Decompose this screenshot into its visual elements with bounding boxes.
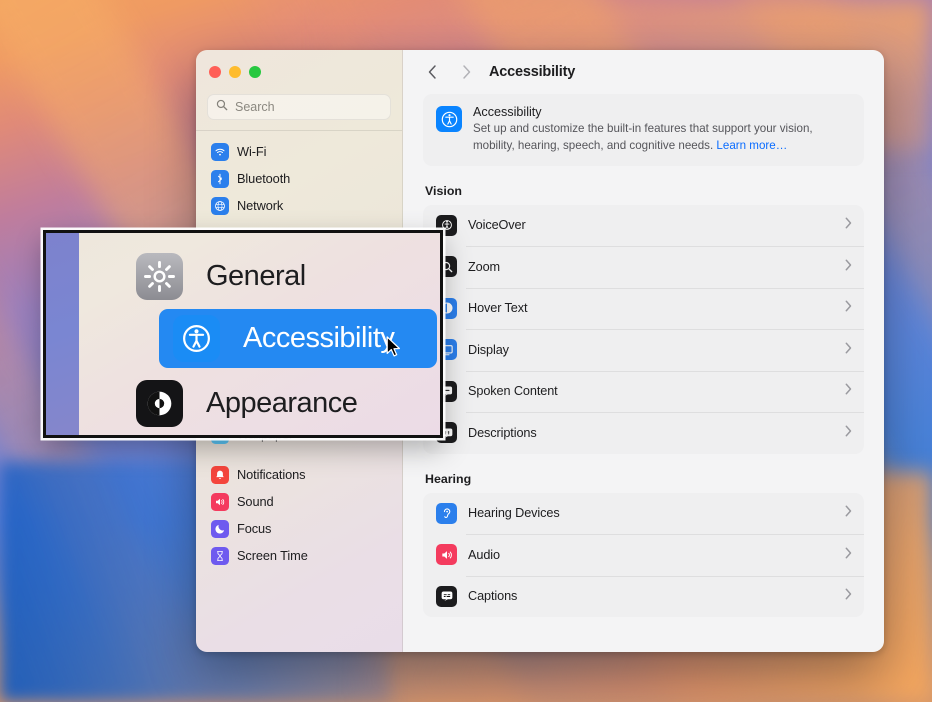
chevron-right-icon (845, 341, 852, 359)
section-card-hearing: Hearing Devices Audio Captions (423, 492, 864, 618)
accessibility-icon (173, 315, 220, 362)
chevron-right-icon (845, 504, 852, 522)
magnified-item-label: General (206, 260, 306, 292)
back-button[interactable] (419, 59, 445, 85)
window-titlebar (196, 50, 402, 94)
chevron-right-icon (845, 382, 852, 400)
accessibility-info-card: Accessibility Set up and customize the b… (423, 94, 864, 166)
magnified-item-general[interactable]: General (79, 247, 440, 306)
settings-row-label: Hearing Devices (468, 506, 560, 521)
zoom-button[interactable] (249, 66, 261, 78)
sidebar-item-label: Bluetooth (237, 171, 291, 186)
settings-row-audio[interactable]: Audio (423, 534, 864, 576)
magnified-item-appearance[interactable]: Appearance (79, 374, 440, 433)
page-title: Accessibility (489, 64, 576, 80)
settings-row-hearing-devices[interactable]: Hearing Devices (423, 493, 864, 535)
globe-icon (211, 196, 229, 215)
bluetooth-icon (211, 169, 229, 188)
settings-row-descriptions[interactable]: Descriptions (423, 412, 864, 454)
hearing-devices-icon (436, 502, 457, 524)
forward-button[interactable] (453, 59, 479, 85)
chevron-right-icon (845, 299, 852, 317)
sidebar-item-label: Notifications (237, 467, 306, 482)
learn-more-link[interactable]: Learn more… (716, 139, 787, 152)
arrow-cursor (386, 336, 401, 357)
search-field[interactable]: Search (207, 94, 391, 120)
settings-row-label: Hover Text (468, 301, 528, 316)
accessibility-icon (436, 106, 462, 132)
sidebar-item-wi-fi[interactable]: Wi-Fi (205, 138, 393, 165)
settings-row-hover-text[interactable]: Hover Text (423, 287, 864, 330)
sidebar-item-label: Network (237, 198, 284, 213)
sound-icon (211, 492, 229, 511)
close-button[interactable] (209, 66, 221, 78)
sidebar-item-label: Wi-Fi (237, 144, 267, 159)
gear-icon (136, 253, 183, 300)
notifications-icon (211, 465, 229, 484)
chevron-right-icon (845, 587, 852, 605)
content-body: Accessibility Set up and customize the b… (403, 94, 884, 652)
settings-row-captions[interactable]: Captions (423, 575, 864, 618)
wifi-icon (211, 142, 229, 161)
section-card-vision: VoiceOver Zoom Hover Text Display Spoken Con… (423, 204, 864, 454)
minimize-button[interactable] (229, 66, 241, 78)
focus-icon (211, 519, 229, 538)
chevron-right-icon (845, 258, 852, 276)
info-card-description: Set up and customize the built-in featur… (473, 121, 851, 155)
magnified-item-label: Accessibility (243, 322, 395, 354)
settings-row-spoken-content[interactable]: Spoken Content (423, 370, 864, 413)
sidebar-group-separator (205, 448, 393, 461)
sidebar-item-focus[interactable]: Focus (205, 515, 393, 542)
info-card-title: Accessibility (473, 105, 542, 119)
sidebar-item-network[interactable]: Network (205, 192, 393, 219)
zoom-magnifier-overlay: General Accessibility Appearance (43, 230, 443, 438)
settings-row-label: Descriptions (468, 425, 537, 440)
section-title-vision: Vision (425, 183, 462, 198)
chevron-right-icon (845, 546, 852, 564)
sidebar-item-label: Focus (237, 521, 272, 536)
audio-icon (436, 544, 457, 566)
search-icon (216, 98, 228, 116)
chevron-right-icon (845, 424, 852, 442)
settings-row-label: Zoom (468, 259, 501, 274)
content-header: Accessibility (403, 50, 884, 94)
settings-row-display[interactable]: Display (423, 329, 864, 371)
settings-row-label: Captions (468, 589, 518, 604)
settings-row-label: Display (468, 342, 509, 357)
captions-icon (436, 585, 457, 607)
traffic-lights (209, 66, 261, 78)
section-title-hearing: Hearing (425, 471, 472, 486)
sidebar-item-screen-time[interactable]: Screen Time (205, 542, 393, 569)
sidebar-item-sound[interactable]: Sound (205, 488, 393, 515)
search-placeholder: Search (235, 100, 275, 114)
magnified-item-label: Appearance (206, 387, 358, 419)
sidebar-item-label: Sound (237, 494, 274, 509)
appearance-icon (136, 380, 183, 427)
sidebar-item-bluetooth[interactable]: Bluetooth (205, 165, 393, 192)
sidebar-item-notifications[interactable]: Notifications (205, 461, 393, 488)
settings-sections: Vision VoiceOver Zoom Hover Text Display Spok… (423, 184, 864, 618)
settings-row-label: Audio (468, 547, 500, 562)
chevron-left-icon (427, 64, 438, 80)
content-pane: Accessibility Accessibility Set up and c… (403, 50, 884, 652)
chevron-right-icon (461, 64, 472, 80)
chevron-right-icon (845, 216, 852, 234)
search-container: Search (196, 94, 402, 130)
settings-row-label: VoiceOver (468, 218, 526, 233)
screen-time-icon (211, 546, 229, 565)
sidebar-item-label: Screen Time (237, 548, 308, 563)
settings-row-zoom[interactable]: Zoom (423, 246, 864, 288)
magnifier-left-strip (46, 233, 79, 435)
settings-row-voiceover[interactable]: VoiceOver (423, 205, 864, 247)
settings-row-label: Spoken Content (468, 384, 558, 399)
